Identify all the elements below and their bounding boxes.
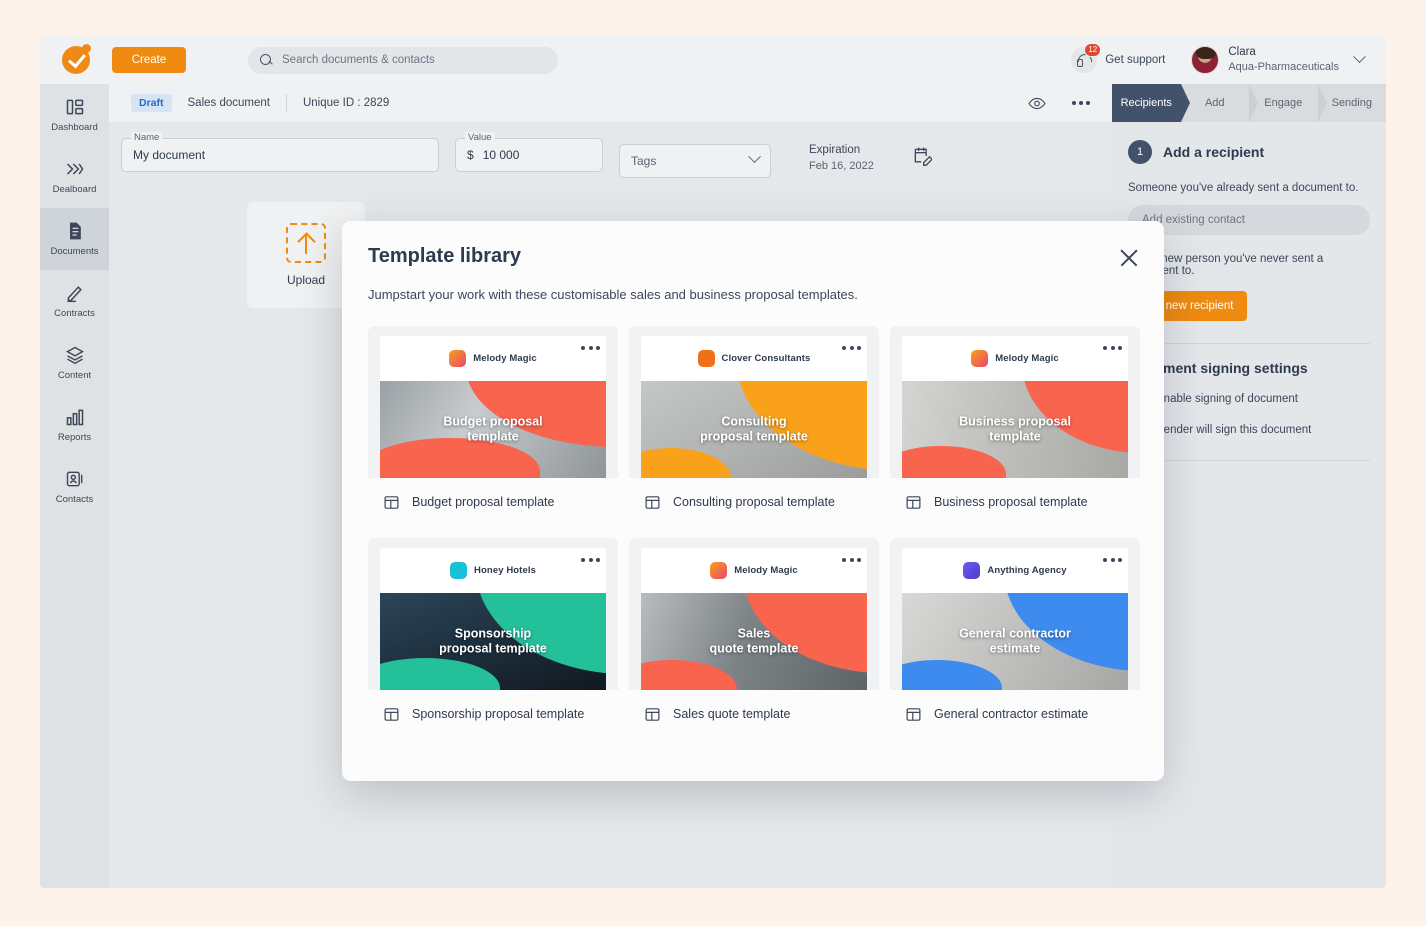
modal-overlay: Template library Jumpstart your work wit… <box>40 36 1386 888</box>
template-preview: Melody Magic Budget proposal template <box>368 326 618 478</box>
brand-name: Melody Magic <box>473 353 537 364</box>
template-preview: Melody Magic Business proposal template <box>890 326 1140 478</box>
brand-logo-icon <box>710 562 727 579</box>
template-card[interactable]: Honey Hotels Sponsorship proposal templa… <box>368 538 618 738</box>
brand-name: Melody Magic <box>995 353 1059 364</box>
template-label: Business proposal template <box>934 495 1088 509</box>
brand-name: Melody Magic <box>734 565 798 576</box>
template-preview: Clover Consultants Consulting proposal t… <box>629 326 879 478</box>
brand-logo-icon <box>971 350 988 367</box>
template-caption: Sponsorship proposal template <box>380 626 606 657</box>
template-footer: Consulting proposal template <box>629 478 879 526</box>
template-brand: Melody Magic <box>641 548 867 593</box>
template-thumbnail: Budget proposal template <box>380 381 606 478</box>
more-dots-icon[interactable] <box>581 346 600 350</box>
template-caption: Business proposal template <box>902 414 1128 445</box>
more-dots-icon[interactable] <box>1103 558 1122 562</box>
more-dots-icon[interactable] <box>1103 346 1122 350</box>
template-label: Budget proposal template <box>412 495 554 509</box>
template-footer: General contractor estimate <box>890 690 1140 738</box>
template-footer: Sales quote template <box>629 690 879 738</box>
template-label: Sponsorship proposal template <box>412 707 584 721</box>
template-brand: Clover Consultants <box>641 336 867 381</box>
brand-logo-icon <box>450 562 467 579</box>
template-brand: Honey Hotels <box>380 548 606 593</box>
template-card[interactable]: Melody Magic Budget proposal template <box>368 326 618 526</box>
brand-logo-icon <box>449 350 466 367</box>
template-card[interactable]: Anything Agency General contractor estim… <box>890 538 1140 738</box>
template-layout-icon <box>644 706 661 723</box>
brand-logo-icon <box>698 350 715 367</box>
app-window: Create 12 Get support Clara Aqua-Pharmac… <box>40 36 1386 888</box>
template-brand: Melody Magic <box>380 336 606 381</box>
template-card[interactable]: Clover Consultants Consulting proposal t… <box>629 326 879 526</box>
brand-name: Clover Consultants <box>722 353 811 364</box>
template-caption: Consulting proposal template <box>641 414 867 445</box>
template-label: General contractor estimate <box>934 707 1088 721</box>
template-card[interactable]: Melody Magic Sales quote template <box>629 538 879 738</box>
template-library-modal: Template library Jumpstart your work wit… <box>342 221 1164 781</box>
template-layout-icon <box>905 494 922 511</box>
template-card[interactable]: Melody Magic Business proposal template <box>890 326 1140 526</box>
template-caption: Budget proposal template <box>380 414 606 445</box>
template-layout-icon <box>905 706 922 723</box>
brand-name: Honey Hotels <box>474 565 536 576</box>
template-footer: Budget proposal template <box>368 478 618 526</box>
template-thumbnail: Sponsorship proposal template <box>380 593 606 690</box>
close-icon[interactable] <box>1118 247 1140 269</box>
template-caption: General contractor estimate <box>902 626 1128 657</box>
template-caption: Sales quote template <box>641 626 867 657</box>
template-thumbnail: Business proposal template <box>902 381 1128 478</box>
template-brand: Melody Magic <box>902 336 1128 381</box>
template-preview: Anything Agency General contractor estim… <box>890 538 1140 690</box>
template-thumbnail: General contractor estimate <box>902 593 1128 690</box>
template-label: Sales quote template <box>673 707 790 721</box>
modal-subtitle: Jumpstart your work with these customisa… <box>368 287 1138 302</box>
template-footer: Sponsorship proposal template <box>368 690 618 738</box>
template-thumbnail: Consulting proposal template <box>641 381 867 478</box>
template-layout-icon <box>383 494 400 511</box>
template-thumbnail: Sales quote template <box>641 593 867 690</box>
template-label: Consulting proposal template <box>673 495 835 509</box>
template-preview: Honey Hotels Sponsorship proposal templa… <box>368 538 618 690</box>
brand-logo-icon <box>963 562 980 579</box>
more-dots-icon[interactable] <box>581 558 600 562</box>
brand-name: Anything Agency <box>987 565 1066 576</box>
template-footer: Business proposal template <box>890 478 1140 526</box>
more-dots-icon[interactable] <box>842 558 861 562</box>
more-dots-icon[interactable] <box>842 346 861 350</box>
modal-title: Template library <box>368 245 1138 268</box>
template-preview: Melody Magic Sales quote template <box>629 538 879 690</box>
template-grid: Melody Magic Budget proposal template <box>368 326 1138 738</box>
template-layout-icon <box>383 706 400 723</box>
template-layout-icon <box>644 494 661 511</box>
template-brand: Anything Agency <box>902 548 1128 593</box>
